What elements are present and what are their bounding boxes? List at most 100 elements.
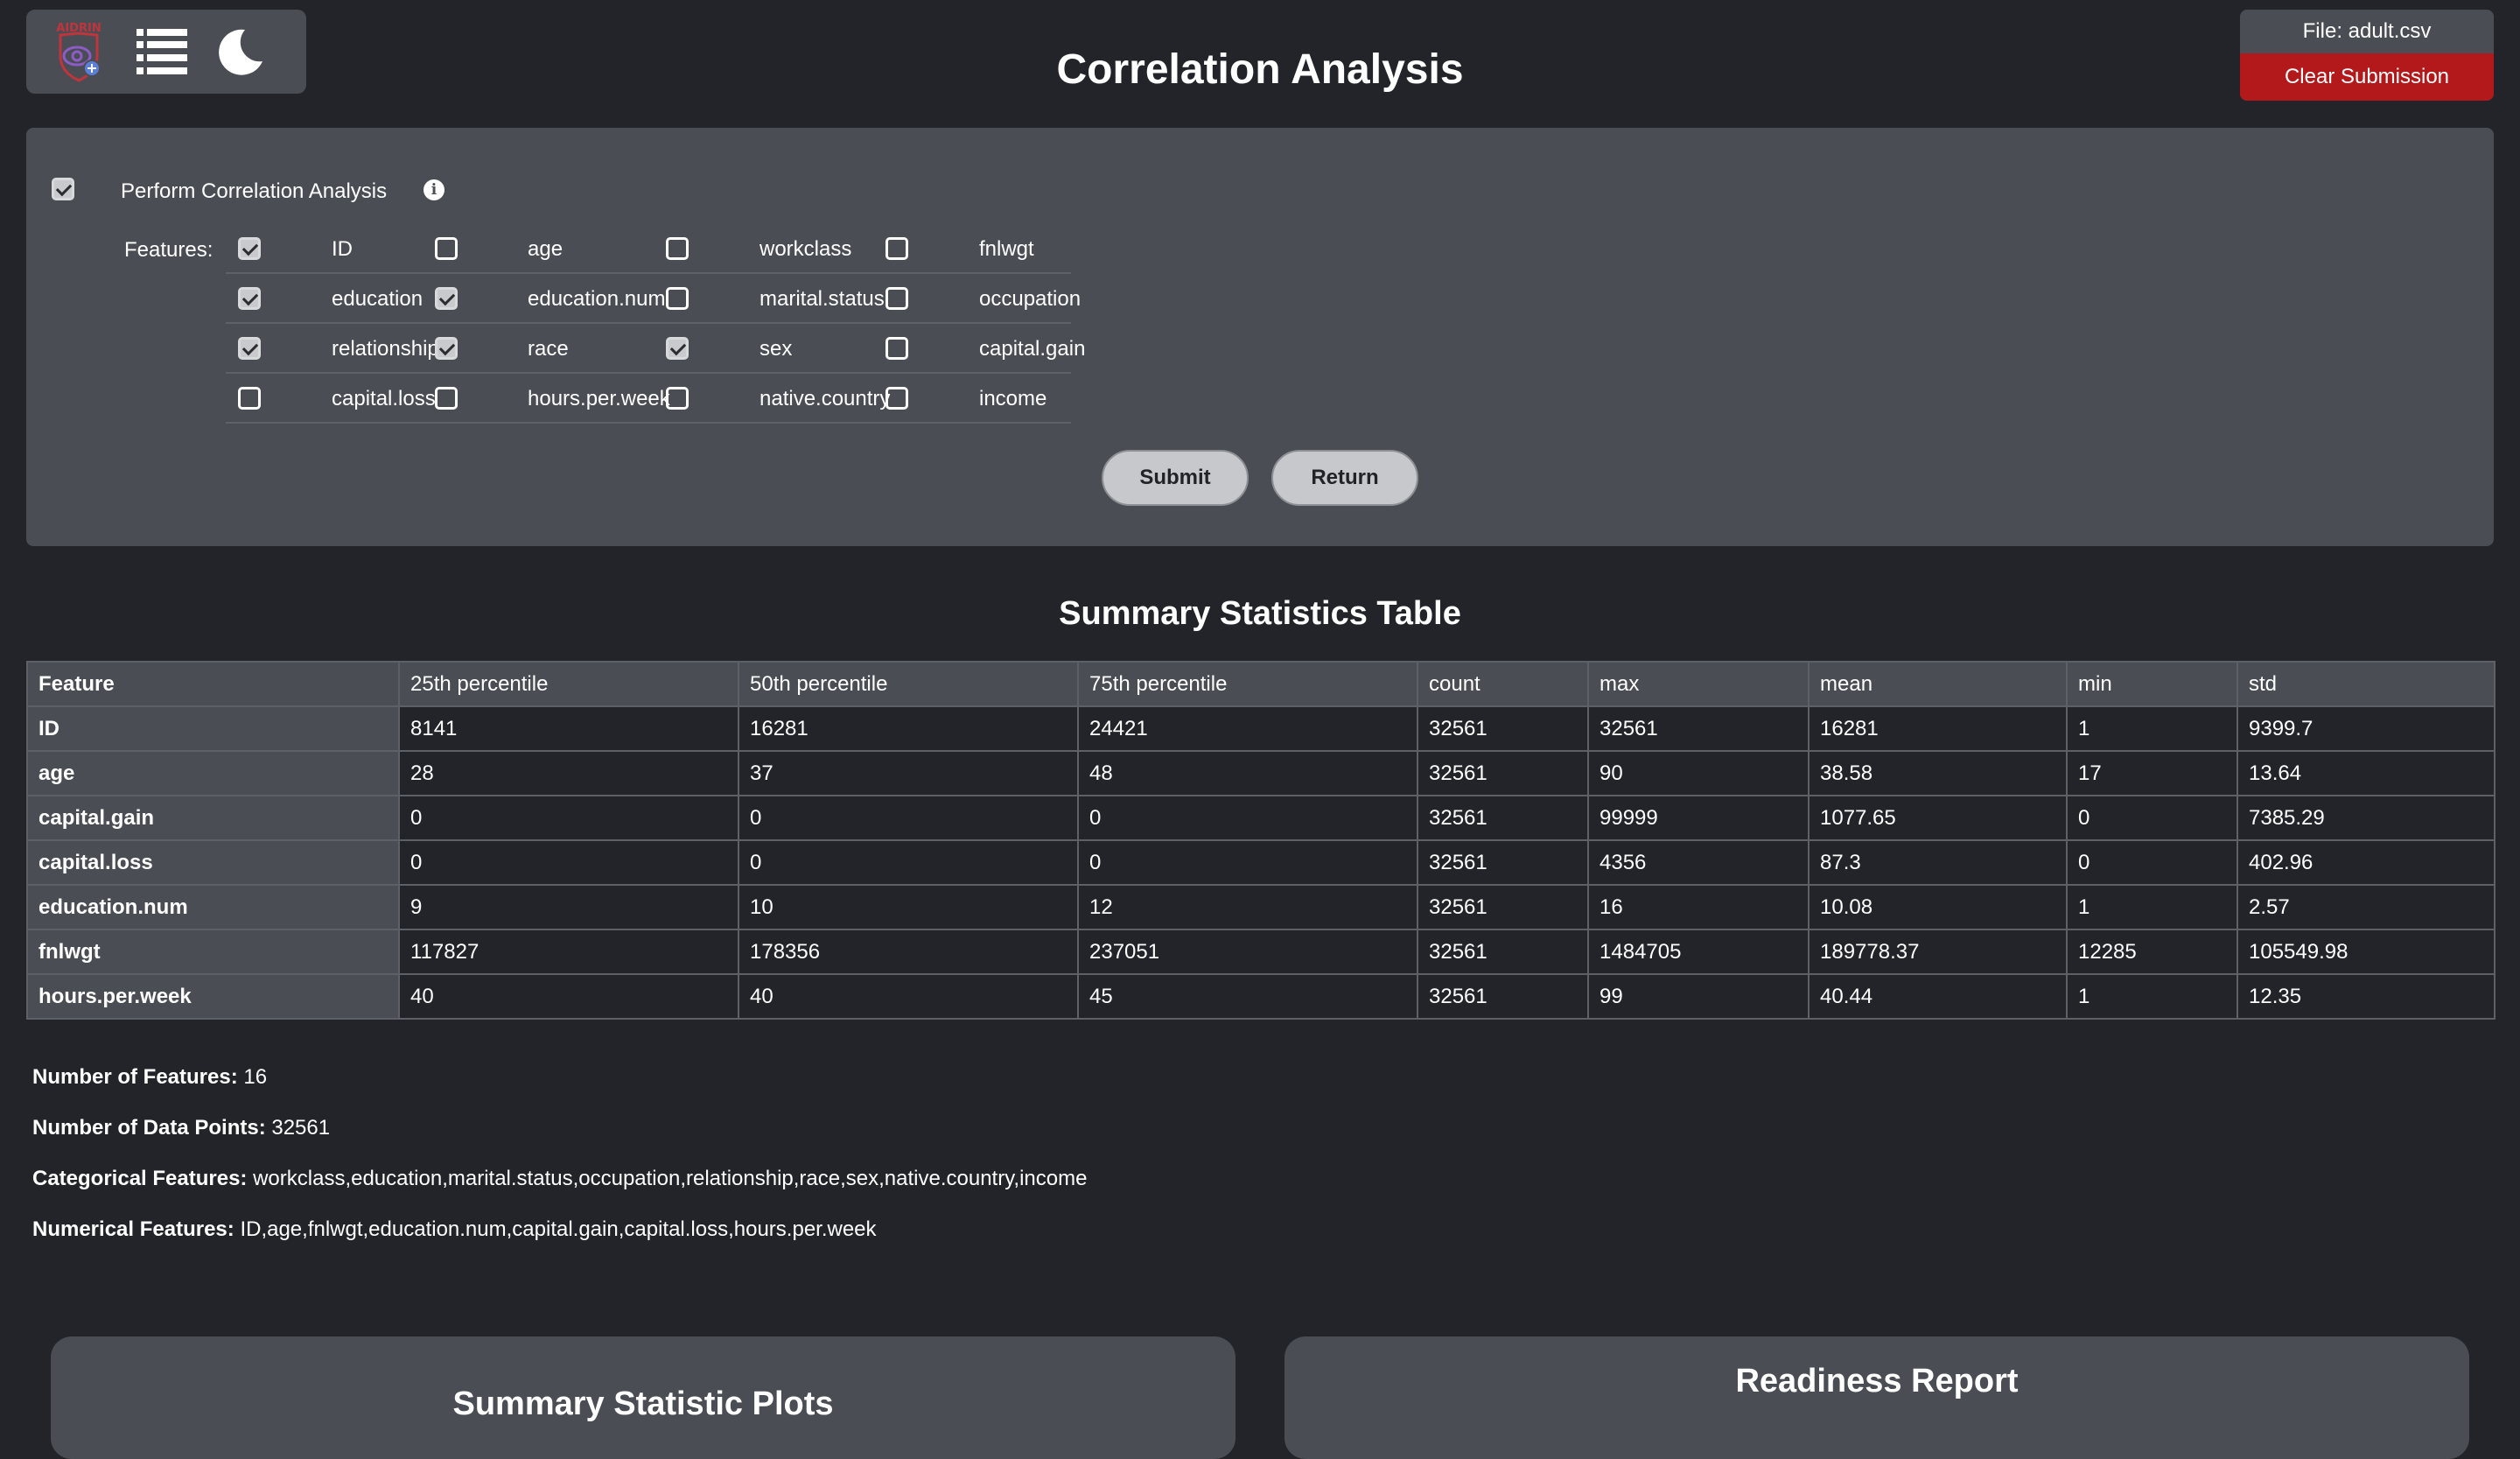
feature-checkbox-id[interactable] — [238, 237, 261, 260]
num-points-line: Number of Data Points: 32561 — [32, 1116, 330, 1140]
table-cell: 1077.65 — [1808, 795, 2068, 841]
table-cell: 12 — [1077, 884, 1418, 930]
table-cell: 99 — [1587, 973, 1810, 1020]
perform-correlation-checkbox[interactable] — [52, 178, 74, 200]
table-cell: 7385.29 — [2236, 795, 2496, 841]
table-cell: 178356 — [738, 929, 1079, 975]
feature-row: relationship race sex capital.gain — [226, 324, 1085, 374]
feature-label: income — [979, 387, 1047, 410]
feature-label: hours.per.week — [528, 387, 670, 410]
row-header: education.num — [26, 884, 400, 930]
table-cell: 1 — [2066, 973, 2238, 1020]
categorical-features-value: workclass,education,marital.status,occup… — [253, 1167, 1088, 1190]
correlation-panel: Perform Correlation Analysis i Features:… — [26, 128, 2494, 546]
feature-checkbox-race[interactable] — [435, 337, 458, 360]
readiness-report-title: Readiness Report — [1735, 1363, 2019, 1399]
table-cell: 17 — [2066, 750, 2238, 796]
feature-label: ID — [332, 237, 353, 261]
feature-checkbox-relationship[interactable] — [238, 337, 261, 360]
table-cell: 87.3 — [1808, 839, 2068, 886]
table-cell: 90 — [1587, 750, 1810, 796]
feature-label: marital.status — [760, 287, 885, 311]
table-cell: 32561 — [1417, 839, 1589, 886]
summary-plots-card: Summary Statistic Plots — [51, 1336, 1236, 1459]
table-cell: 0 — [398, 795, 739, 841]
table-cell: 10 — [738, 884, 1079, 930]
feature-label: fnlwgt — [979, 237, 1034, 261]
table-cell: 38.58 — [1808, 750, 2068, 796]
summary-plots-title: Summary Statistic Plots — [452, 1385, 834, 1422]
table-cell: 9 — [398, 884, 739, 930]
num-features-line: Number of Features: 16 — [32, 1065, 267, 1090]
feature-row: ID age workclass fnlwgt — [226, 224, 1071, 274]
table-cell: 0 — [738, 839, 1079, 886]
feature-label: native.country — [760, 387, 891, 410]
column-header: 50th percentile — [738, 661, 1079, 707]
feature-label: capital.loss — [332, 387, 436, 410]
feature-label: occupation — [979, 287, 1082, 311]
numerical-features-label: Numerical Features: — [32, 1217, 234, 1241]
column-header: max — [1587, 661, 1810, 707]
feature-checkbox-native-country[interactable] — [666, 387, 689, 410]
column-header: mean — [1808, 661, 2068, 707]
column-header: min — [2066, 661, 2238, 707]
table-cell: 32561 — [1587, 705, 1810, 752]
feature-checkbox-fnlwgt[interactable] — [886, 237, 908, 260]
table-cell: 13.64 — [2236, 750, 2496, 796]
feature-checkbox-education-num[interactable] — [435, 287, 458, 310]
table-row: capital.loss 0 0 0 32561 4356 87.3 0 402… — [26, 839, 2496, 886]
summary-statistics-table: Feature 25th percentile 50th percentile … — [26, 661, 2496, 1020]
feature-label: relationship — [332, 337, 439, 361]
feature-checkbox-hours-per-week[interactable] — [435, 387, 458, 410]
feature-checkbox-capital-gain[interactable] — [886, 337, 908, 360]
feature-checkbox-age[interactable] — [435, 237, 458, 260]
table-cell: 16281 — [1808, 705, 2068, 752]
feature-checkbox-education[interactable] — [238, 287, 261, 310]
table-row: hours.per.week 40 40 45 32561 99 40.44 1… — [26, 973, 2496, 1020]
table-row: fnlwgt 117827 178356 237051 32561 148470… — [26, 929, 2496, 975]
table-cell: 40.44 — [1808, 973, 2068, 1020]
table-cell: 0 — [398, 839, 739, 886]
numerical-features-line: Numerical Features: ID,age,fnlwgt,educat… — [32, 1217, 877, 1242]
table-cell: 32561 — [1417, 929, 1589, 975]
table-row: capital.gain 0 0 0 32561 99999 1077.65 0… — [26, 795, 2496, 841]
table-cell: 0 — [2066, 839, 2238, 886]
readiness-report-card: Readiness Report — [1284, 1336, 2469, 1459]
categorical-features-line: Categorical Features: workclass,educatio… — [32, 1167, 1087, 1191]
table-cell: 189778.37 — [1808, 929, 2068, 975]
table-cell: 16281 — [738, 705, 1079, 752]
num-points-value: 32561 — [271, 1116, 331, 1140]
num-points-label: Number of Data Points: — [32, 1116, 266, 1140]
row-header: age — [26, 750, 400, 796]
feature-checkbox-capital-loss[interactable] — [238, 387, 261, 410]
table-cell: 24421 — [1077, 705, 1418, 752]
feature-label: education — [332, 287, 424, 311]
feature-checkbox-occupation[interactable] — [886, 287, 908, 310]
table-cell: 99999 — [1587, 795, 1810, 841]
table-cell: 402.96 — [2236, 839, 2496, 886]
feature-checkbox-workclass[interactable] — [666, 237, 689, 260]
table-cell: 237051 — [1077, 929, 1418, 975]
file-name: File: adult.csv — [2302, 19, 2432, 43]
feature-checkbox-sex[interactable] — [666, 337, 689, 360]
submit-button[interactable]: Submit — [1102, 450, 1249, 506]
return-button[interactable]: Return — [1271, 450, 1418, 506]
table-cell: 8141 — [398, 705, 739, 752]
row-header: capital.loss — [26, 839, 400, 886]
table-row: age 28 37 48 32561 90 38.58 17 13.64 — [26, 750, 2496, 796]
table-cell: 2.57 — [2236, 884, 2496, 930]
column-header: 75th percentile — [1077, 661, 1418, 707]
feature-checkbox-marital-status[interactable] — [666, 287, 689, 310]
numerical-features-value: ID,age,fnlwgt,education.num,capital.gain… — [240, 1217, 877, 1241]
clear-submission-button[interactable]: Clear Submission — [2240, 53, 2494, 101]
table-cell: 1484705 — [1587, 929, 1810, 975]
table-cell: 40 — [738, 973, 1079, 1020]
table-header-row: Feature 25th percentile 50th percentile … — [26, 661, 2496, 707]
table-cell: 12285 — [2066, 929, 2238, 975]
row-header: hours.per.week — [26, 973, 400, 1020]
info-icon[interactable]: i — [424, 179, 444, 200]
table-cell: 32561 — [1417, 795, 1589, 841]
feature-label: sex — [760, 337, 793, 361]
feature-checkbox-income[interactable] — [886, 387, 908, 410]
table-cell: 16 — [1587, 884, 1810, 930]
